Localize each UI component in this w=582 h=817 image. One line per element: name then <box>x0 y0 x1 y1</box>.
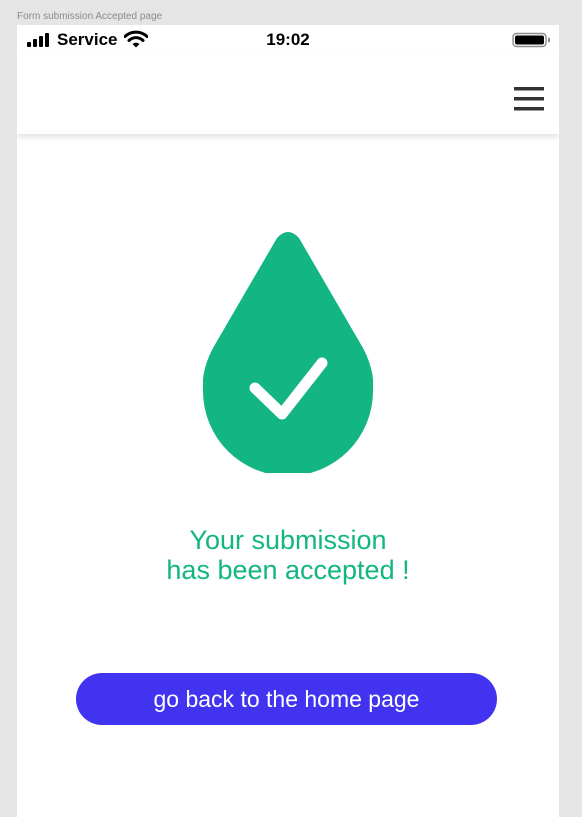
wifi-icon <box>124 30 148 48</box>
confirmation-line-2: has been accepted ! <box>166 555 410 585</box>
carrier-name: Service <box>57 30 118 49</box>
phone-screen: Service 19:02 Your submission has been a… <box>17 25 559 817</box>
canvas-frame-label: Form submission Accepted page <box>17 11 163 22</box>
hamburger-menu-icon[interactable] <box>513 86 545 112</box>
cellular-signal-icon <box>27 33 49 47</box>
go-home-button[interactable]: go back to the home page <box>76 673 497 725</box>
check-drop-icon <box>203 232 373 473</box>
top-navigation-bar <box>17 55 559 134</box>
confirmation-message: Your submission has been accepted ! <box>17 525 559 585</box>
status-bar: Service 19:02 <box>17 25 559 55</box>
battery-icon <box>512 32 550 48</box>
confirmation-line-1: Your submission <box>189 525 387 555</box>
